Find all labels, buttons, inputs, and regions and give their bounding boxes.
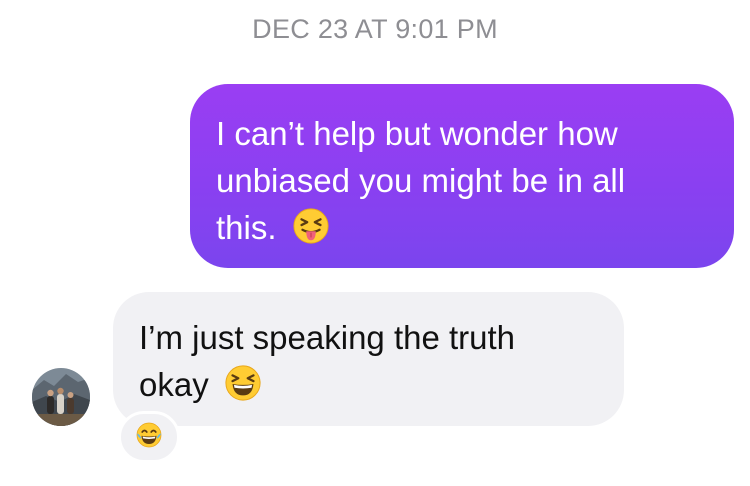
message-line-text: okay [139,366,209,403]
message-line-text: this. [216,209,277,246]
message-timestamp: DEC 23 AT 9:01 PM [252,14,498,44]
grinning-squinting-face-icon [224,364,262,414]
message-line: okay [139,361,598,414]
message-line: unbiased you might be in all [216,162,626,199]
chat-thread: DEC 23 AT 9:01 PM I can’t help but wonde… [0,0,750,486]
message-line: this. [216,204,706,257]
squinting-face-with-tongue-icon [292,207,330,257]
message-line: I’m just speaking the truth [139,319,516,356]
incoming-message-bubble[interactable]: I’m just speaking the truth okay [113,292,624,426]
reaction-badge[interactable] [118,411,180,463]
contact-avatar[interactable] [32,368,90,426]
message-line: I can’t help but wonder how [216,115,618,152]
face-with-tears-of-joy-icon [134,420,164,455]
outgoing-message-bubble[interactable]: I can’t help but wonder how unbiased you… [190,84,734,268]
